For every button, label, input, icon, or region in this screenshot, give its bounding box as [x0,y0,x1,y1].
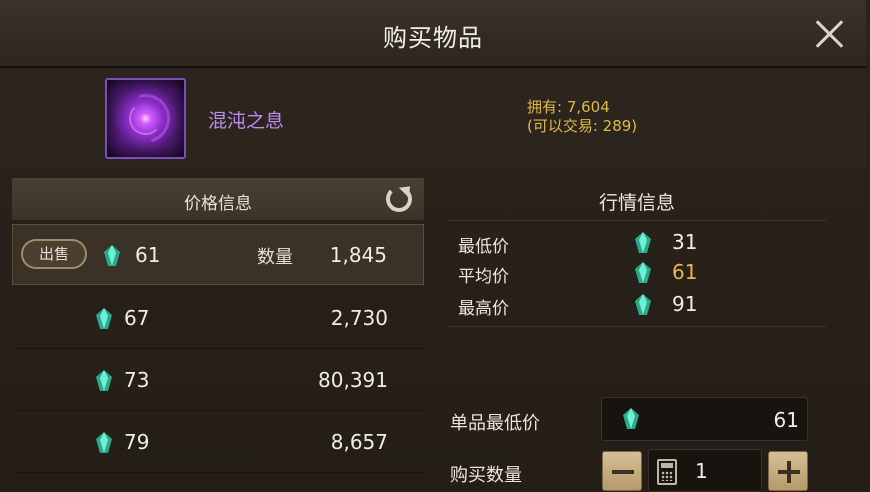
price-row[interactable]: 出售 61 数量 1,845 [12,224,424,285]
minus-icon [612,470,634,474]
gem-icon [635,294,651,315]
divider [448,326,826,327]
sell-button[interactable]: 出售 [21,239,87,269]
chaos-orb-icon [105,78,186,159]
item-header: 混沌之息 拥有: 7,604 (可以交易: 289) [0,70,866,168]
gem-icon [96,308,112,329]
calculator-icon[interactable] [657,459,677,485]
market-panel-title: 行情信息 [598,192,675,214]
max-price-value: 91 [672,292,698,316]
min-price-label: 最低价 [458,237,509,257]
unit-min-price-value: 61 [773,408,799,432]
price-panel: 价格信息 出售 61 数量 1,845 67 2,730 73 80,391 7… [12,178,424,492]
buy-item-dialog: 购买物品 混沌之息 拥有: 7,604 (可以交易: 289) 价格信息 出售 … [0,0,870,492]
gem-icon [635,232,651,253]
price-panel-title: 价格信息 [184,194,252,214]
price-row[interactable]: 79 8,657 [12,412,424,473]
item-name: 混沌之息 [208,110,285,132]
price-value: 61 [135,243,161,267]
avg-price-value: 61 [672,260,698,284]
price-value: 73 [124,368,150,392]
quantity-label: 数量 [257,247,293,268]
dialog-title: 购买物品 [383,24,483,52]
min-price-value: 31 [672,230,698,254]
owned-count: 拥有: 7,604 [527,98,610,116]
unit-min-price-label: 单品最低价 [450,413,540,434]
gem-icon [96,432,112,453]
quantity-stepper [648,449,762,492]
divider [448,220,826,221]
owned-info: 拥有: 7,604 (可以交易: 289) [527,98,637,136]
avg-price-label: 平均价 [458,267,509,287]
quantity-value: 8,657 [330,430,388,454]
gem-icon [623,408,639,429]
gem-icon [96,370,112,391]
tradable-count: (可以交易: 289) [527,117,638,135]
max-price-label: 最高价 [458,299,509,319]
price-value: 67 [124,306,150,330]
refresh-icon[interactable] [386,186,412,212]
close-icon[interactable] [814,18,844,48]
price-row[interactable]: 73 80,391 [12,350,424,411]
quantity-value: 2,730 [330,306,388,330]
quantity-value: 1,845 [329,243,387,267]
price-row[interactable]: 67 2,730 [12,288,424,349]
gem-icon [635,262,651,283]
price-value: 79 [124,430,150,454]
dialog-titlebar: 购买物品 [0,0,866,68]
decrease-button[interactable] [602,451,642,491]
unit-min-price-field: 61 [601,397,808,441]
quantity-value: 80,391 [318,368,388,392]
increase-button[interactable] [768,451,808,491]
buy-quantity-label: 购买数量 [450,465,522,486]
quantity-input[interactable] [695,458,755,484]
price-panel-header: 价格信息 [12,178,424,220]
gem-icon [104,245,120,266]
